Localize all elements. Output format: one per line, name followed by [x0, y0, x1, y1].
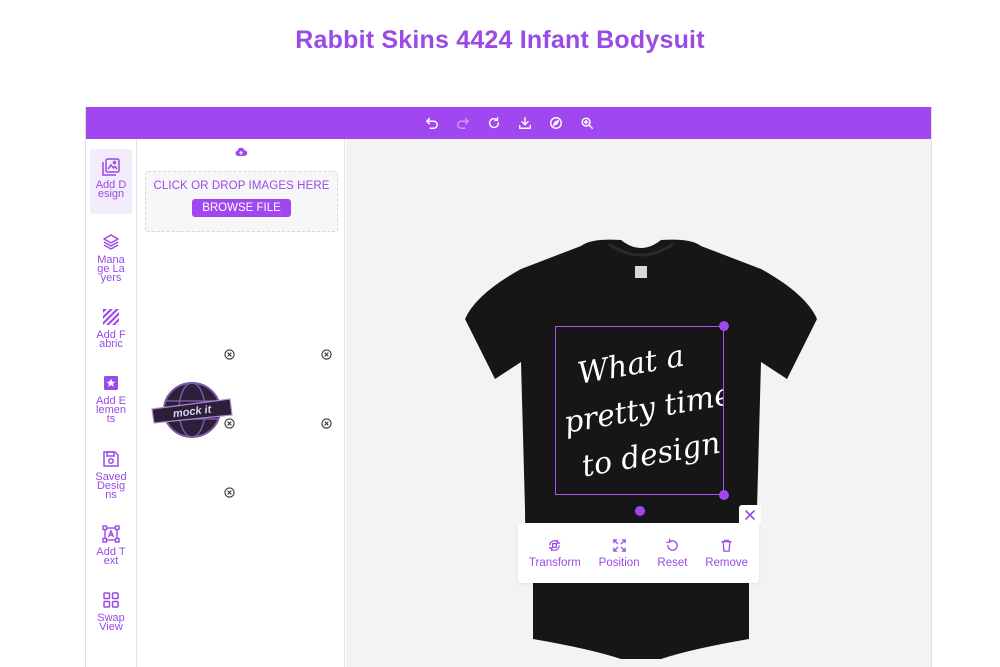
text-box-icon	[102, 525, 120, 543]
sidebar-item-add-fabric[interactable]: Add Fabric	[90, 299, 132, 353]
left-sidebar: Add Design Manage Layers Add Fabric Add …	[86, 139, 137, 667]
design-upload-panel: CLICK OR DROP IMAGES HERE BROWSE FILE mo…	[138, 139, 345, 667]
transform-label: Transform	[528, 556, 581, 569]
remove-thumbnail-icon[interactable]	[321, 349, 332, 360]
layers-icon	[103, 234, 119, 250]
download-icon	[519, 117, 531, 129]
sidebar-item-label: Saved Designs	[95, 471, 127, 501]
close-popup-button[interactable]	[739, 505, 761, 525]
design-canvas[interactable]: What a pretty time to design Transform P…	[346, 139, 931, 667]
zoom-in-icon	[581, 117, 593, 129]
refresh-icon	[488, 117, 500, 129]
grid-icon	[103, 592, 119, 608]
refresh-button[interactable]	[484, 113, 504, 133]
dropzone-text: CLICK OR DROP IMAGES HERE	[153, 180, 330, 192]
sidebar-item-add-text[interactable]: Add Text	[90, 516, 132, 570]
sidebar-item-add-elements[interactable]: Add Elements	[90, 365, 132, 428]
save-icon	[103, 451, 119, 467]
transform-button[interactable]: Transform	[529, 538, 581, 569]
sidebar-item-label: Add Design	[95, 179, 127, 200]
reset-button[interactable]: Reset	[657, 538, 687, 569]
zoom-in-button[interactable]	[577, 113, 597, 133]
compass-icon	[550, 117, 562, 129]
editor-toolbar	[86, 107, 931, 139]
browse-file-button[interactable]: BROWSE FILE	[192, 199, 291, 217]
transform-icon	[549, 539, 561, 551]
remove-thumbnail-icon[interactable]	[224, 487, 235, 498]
fabric-icon	[103, 309, 119, 325]
redo-button[interactable]	[453, 113, 473, 133]
add-design-icon	[102, 158, 120, 176]
compass-button[interactable]	[546, 113, 566, 133]
position-button[interactable]: Position	[599, 538, 640, 569]
sidebar-item-label: Add Text	[96, 546, 126, 567]
reset-label: Reset	[657, 556, 688, 569]
sidebar-item-swap-view[interactable]: Swap View	[90, 582, 132, 636]
position-icon	[612, 538, 626, 552]
design-actions-popup: Transform Position Reset Remove	[518, 523, 759, 583]
undo-icon	[426, 117, 438, 129]
resize-handle-top-right[interactable]	[719, 321, 729, 331]
resize-handle-bottom-right[interactable]	[719, 490, 729, 500]
design-editor: Add Design Manage Layers Add Fabric Add …	[85, 107, 932, 667]
redo-icon	[457, 117, 469, 129]
undo-button[interactable]	[422, 113, 442, 133]
page-title: Rabbit Skins 4424 Infant Bodysuit	[295, 26, 705, 54]
cloud-upload-icon[interactable]	[234, 145, 248, 159]
sidebar-item-label: Swap View	[97, 612, 125, 633]
remove-label: Remove	[705, 556, 749, 569]
remove-thumbnail-icon[interactable]	[224, 349, 235, 360]
mock-it-logo-thumbnail[interactable]: mock it	[150, 379, 234, 441]
sidebar-item-label: Add Fabric	[96, 329, 126, 350]
star-box-icon	[104, 376, 118, 390]
reset-icon	[666, 538, 678, 551]
design-selection-box[interactable]	[555, 326, 724, 495]
download-button[interactable]	[515, 113, 535, 133]
sidebar-item-label: Add Elements	[96, 395, 126, 425]
sidebar-item-add-design[interactable]: Add Design	[90, 149, 132, 214]
sidebar-item-manage-layers[interactable]: Manage Layers	[90, 224, 132, 287]
rotate-handle[interactable]	[635, 506, 645, 516]
position-label: Position	[598, 556, 640, 569]
remove-button[interactable]: Remove	[705, 538, 748, 569]
remove-thumbnail-icon[interactable]	[321, 418, 332, 429]
sidebar-item-label: Manage Layers	[97, 254, 125, 284]
close-icon	[745, 510, 755, 520]
trash-icon	[721, 539, 732, 552]
sidebar-item-saved-designs[interactable]: Saved Designs	[90, 441, 132, 504]
image-dropzone[interactable]: CLICK OR DROP IMAGES HERE BROWSE FILE	[145, 171, 338, 232]
